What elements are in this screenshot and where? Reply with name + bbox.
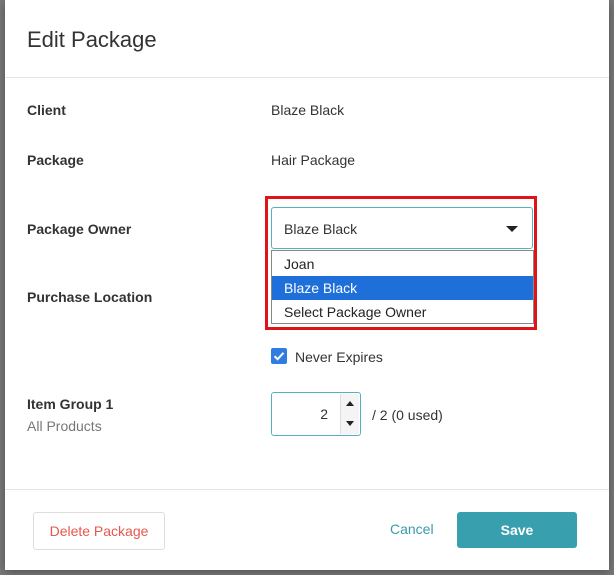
delete-package-button[interactable]: Delete Package xyxy=(33,512,165,550)
never-expires-label: Never Expires xyxy=(295,349,383,365)
package-owner-label: Package Owner xyxy=(27,221,132,237)
usage-text: / 2 (0 used) xyxy=(372,407,443,423)
never-expires-checkbox[interactable] xyxy=(271,348,287,364)
increment-button[interactable] xyxy=(340,394,359,415)
client-label: Client xyxy=(27,102,66,118)
dropdown-option-select-owner[interactable]: Select Package Owner xyxy=(272,300,533,324)
package-value: Hair Package xyxy=(271,152,356,168)
modal-header: Edit Package xyxy=(5,0,609,78)
item-group-sublabel: All Products xyxy=(27,418,102,434)
footer-divider xyxy=(5,489,609,490)
package-owner-selected-value: Blaze Black xyxy=(284,221,358,237)
item-group-label: Item Group 1 xyxy=(27,396,114,412)
arrow-up-icon xyxy=(346,401,354,406)
arrow-down-icon xyxy=(346,421,354,426)
chevron-down-icon xyxy=(506,226,518,232)
client-value: Blaze Black xyxy=(271,102,345,118)
decrement-button[interactable] xyxy=(340,414,359,434)
quantity-value: 2 xyxy=(320,406,328,422)
checkmark-icon xyxy=(273,352,285,361)
dropdown-option-joan[interactable]: Joan xyxy=(272,252,533,276)
quantity-stepper[interactable]: 2 xyxy=(271,392,361,436)
package-owner-dropdown: Joan Blaze Black Select Package Owner xyxy=(271,250,534,324)
purchase-location-label: Purchase Location xyxy=(27,289,153,305)
package-owner-select[interactable]: Blaze Black xyxy=(271,207,533,249)
dropdown-option-blaze-black[interactable]: Blaze Black xyxy=(272,276,533,300)
edit-package-modal: Edit Package Client Blaze Black Package … xyxy=(5,0,609,570)
save-button[interactable]: Save xyxy=(457,512,577,548)
package-label: Package xyxy=(27,152,84,168)
modal-title: Edit Package xyxy=(27,27,157,52)
cancel-button[interactable]: Cancel xyxy=(390,521,434,537)
